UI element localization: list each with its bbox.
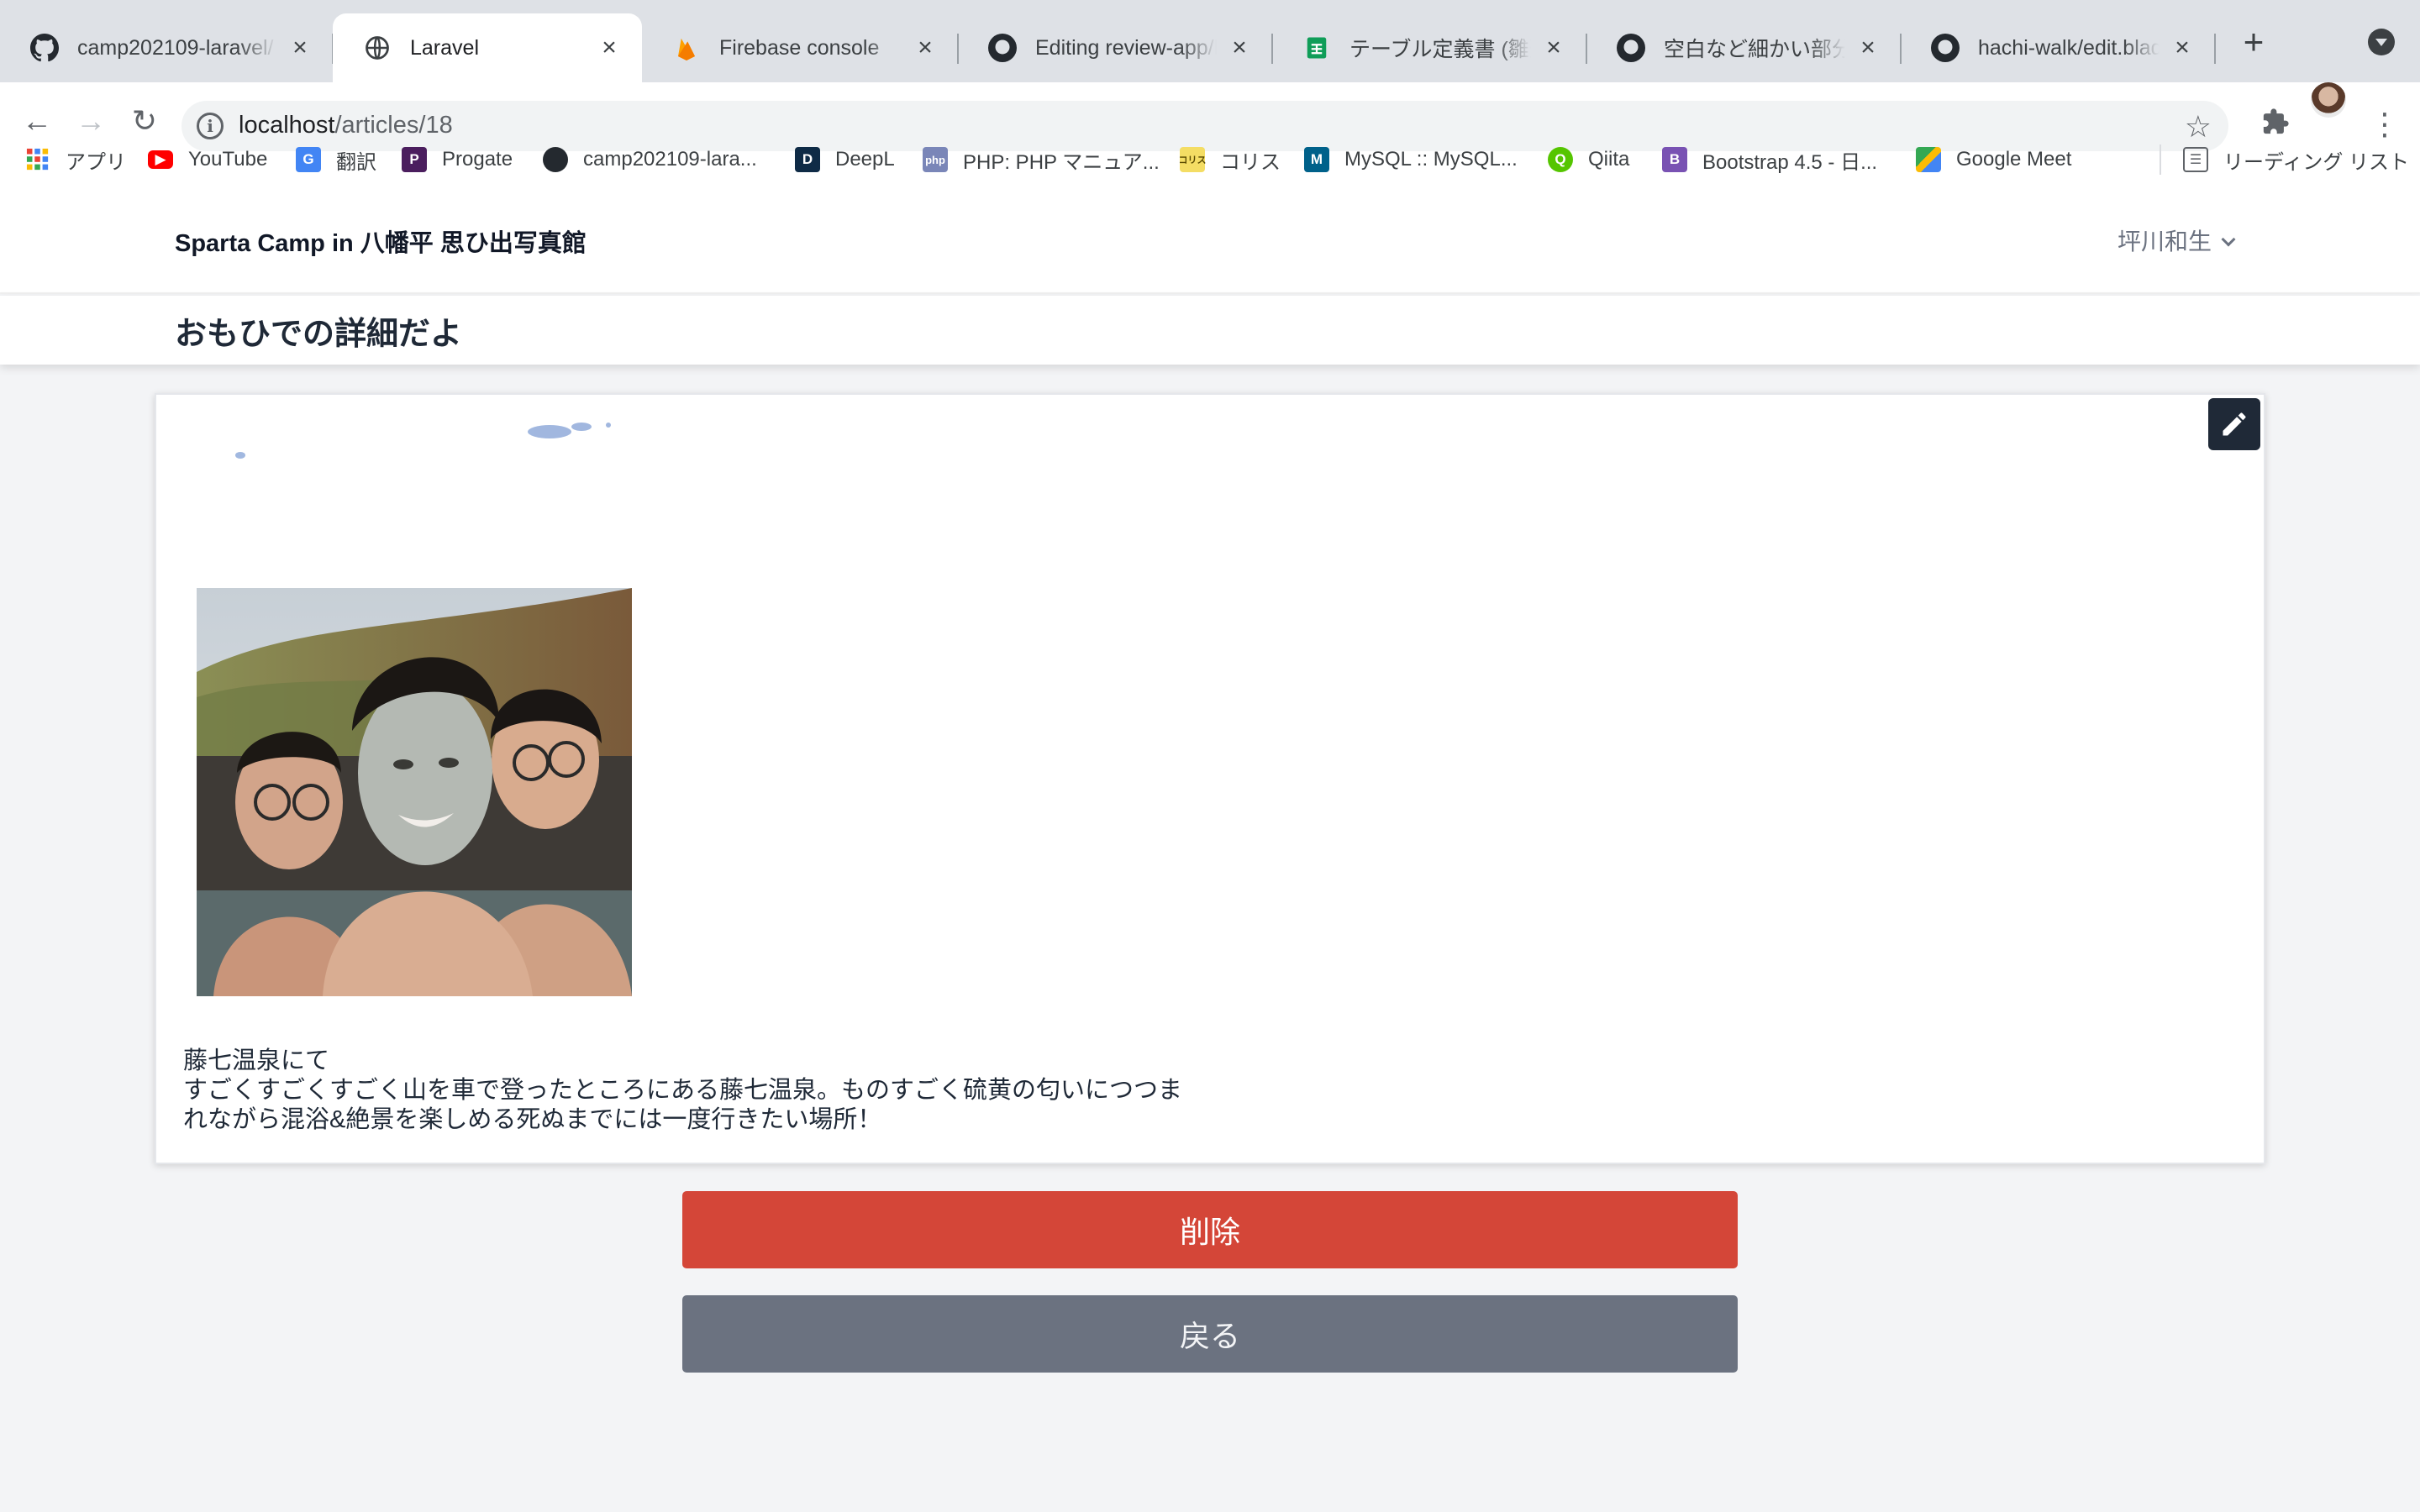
page-title: おもひでの詳細だよ	[175, 317, 463, 352]
github-icon	[1931, 34, 1960, 62]
qiita-icon: Q	[1548, 147, 1573, 172]
reading-list-label: リーディング リスト	[2223, 150, 2409, 174]
translate-icon: G	[296, 147, 321, 172]
youtube-icon: ▶	[148, 150, 173, 169]
bookmark-mysql[interactable]: M MySQL :: MySQL...	[1304, 138, 1518, 181]
github-icon	[1617, 34, 1645, 62]
bookmark-deepl[interactable]: D DeepL	[795, 138, 895, 181]
bookmark-php[interactable]: php PHP: PHP マニュア...	[923, 138, 1160, 181]
close-tab-icon[interactable]: ×	[1855, 35, 1881, 60]
bookmark-translate[interactable]: G 翻訳	[296, 138, 376, 181]
article-caption: 藤七温泉にて すごくすごくすごく山を車で登ったところにある藤七温泉。ものすごく硫…	[183, 1047, 1182, 1135]
tab-title: Editing review-app/RE	[1035, 35, 1217, 60]
bookmarks-bar: アプリ ▶ YouTube G 翻訳 P Progate camp202109-…	[0, 138, 2420, 181]
chevron-down-icon	[2221, 232, 2236, 247]
coliss-icon: コリス	[1179, 147, 1207, 172]
apps-grid-icon	[25, 147, 50, 172]
bookmark-label: コリス	[1220, 150, 1281, 174]
bookmark-google-meet[interactable]: Google Meet	[1916, 138, 2071, 181]
site-navbar: Sparta Camp in 八幡平 思ひ出写真館 坪川和生	[0, 186, 2420, 294]
bookmark-apps[interactable]: アプリ	[25, 138, 126, 181]
edit-button[interactable]	[2208, 398, 2260, 450]
article-photo	[197, 423, 632, 996]
tab-camp-laravel[interactable]: camp202109-laravel/ ×	[0, 13, 334, 82]
tab-whitespace-fix[interactable]: 空白など細かい部分修正 ×	[1586, 13, 1902, 82]
bookmark-qiita[interactable]: Q Qiita	[1548, 138, 1629, 181]
reading-list-icon: ☰	[2183, 147, 2208, 172]
github-icon	[988, 34, 1017, 62]
tab-hachi-walk[interactable]: hachi-walk/edit.blade ×	[1901, 13, 2216, 82]
article-card: 藤七温泉にて すごくすごくすごく山を車で登ったところにある藤七温泉。ものすごく硫…	[155, 393, 2265, 1164]
back-button[interactable]: 戻る	[682, 1295, 1738, 1373]
mysql-icon: M	[1304, 147, 1329, 172]
close-tab-icon[interactable]: ×	[1227, 35, 1252, 60]
bookmark-coliss[interactable]: コリス コリス	[1179, 138, 1281, 181]
pencil-icon	[2223, 412, 2246, 436]
site-brand[interactable]: Sparta Camp in 八幡平 思ひ出写真館	[175, 223, 587, 259]
user-menu[interactable]: 坪川和生	[2118, 223, 2236, 257]
browser-tab-strip: camp202109-laravel/ × Laravel × Firebase…	[0, 0, 2420, 82]
bookmark-label: Google Meet	[1956, 148, 2072, 171]
delete-button[interactable]: 削除	[682, 1191, 1738, 1268]
close-tab-icon[interactable]: ×	[1541, 35, 1566, 60]
tab-title: camp202109-laravel/	[77, 35, 274, 60]
browser-menu-icon[interactable]: ⋮	[2368, 108, 2402, 141]
reload-icon[interactable]: ↻	[124, 101, 165, 141]
github-icon	[30, 34, 59, 62]
page-header: おもひでの詳細だよ	[0, 296, 2420, 365]
bookmark-bootstrap[interactable]: B Bootstrap 4.5 - 日...	[1662, 138, 1877, 181]
tab-title: Laravel	[410, 35, 479, 60]
new-tab-button[interactable]: +	[2237, 20, 2270, 64]
bookmark-label: YouTube	[188, 148, 268, 171]
bookmark-label: 翻訳	[336, 150, 376, 174]
bookmark-label: PHP: PHP マニュア...	[963, 150, 1160, 174]
tab-search-icon[interactable]	[2368, 29, 2395, 55]
bookmark-label: DeepL	[835, 148, 895, 171]
close-tab-icon[interactable]: ×	[2170, 35, 2195, 60]
globe-icon	[363, 34, 392, 62]
bookmark-progate[interactable]: P Progate	[402, 138, 513, 181]
tab-editing-review-app[interactable]: Editing review-app/RE ×	[958, 13, 1273, 82]
tab-title: hachi-walk/edit.blade	[1978, 35, 2160, 60]
bootstrap-icon: B	[1662, 147, 1687, 172]
bookmark-camp-github[interactable]: camp202109-lara...	[543, 138, 757, 181]
tab-title: Firebase console	[719, 35, 880, 60]
bookmark-label: Progate	[442, 148, 513, 171]
caption-line: れながら混浴&絶景を楽しめる死ぬまでには一度行きたい場所！	[183, 1106, 882, 1133]
close-tab-icon[interactable]: ×	[913, 35, 938, 60]
github-icon	[543, 147, 568, 172]
caption-line: すごくすごくすごく山を車で登ったところにある藤七温泉。ものすごく硫黄の匂いにつつ…	[183, 1077, 1183, 1104]
forward-arrow-icon[interactable]: →	[71, 101, 111, 141]
tab-laravel[interactable]: Laravel ×	[333, 13, 642, 82]
reading-list[interactable]: ☰ リーディング リスト	[2160, 144, 2409, 175]
tab-title: テーブル定義書 (雛形) d	[1349, 38, 1531, 61]
progate-icon: P	[402, 147, 427, 172]
close-tab-icon[interactable]: ×	[287, 35, 313, 60]
firebase-icon	[672, 34, 701, 62]
profile-avatar[interactable]	[2311, 82, 2346, 118]
caption-line: 藤七温泉にて	[183, 1047, 330, 1074]
bookmark-label: アプリ	[66, 150, 126, 174]
tab-table-definition[interactable]: テーブル定義書 (雛形) d ×	[1272, 13, 1587, 82]
back-arrow-icon[interactable]: ←	[17, 101, 57, 141]
deepl-icon: D	[795, 147, 820, 172]
php-icon: php	[923, 147, 948, 172]
bookmark-label: camp202109-lara...	[583, 148, 757, 171]
close-tab-icon[interactable]: ×	[597, 35, 622, 60]
bookmark-label: Qiita	[1588, 148, 1630, 171]
address-url[interactable]: localhost/articles/18	[239, 112, 453, 139]
bookmark-label: Bootstrap 4.5 - 日...	[1702, 150, 1878, 174]
bookmark-youtube[interactable]: ▶ YouTube	[148, 138, 267, 181]
tab-title: 空白など細かい部分修正	[1664, 38, 1845, 61]
user-name: 坪川和生	[2118, 228, 2212, 255]
bookmark-label: MySQL :: MySQL...	[1344, 148, 1518, 171]
tab-firebase[interactable]: Firebase console ×	[642, 13, 959, 82]
sheets-icon	[1302, 34, 1331, 62]
site-info-icon[interactable]: i	[197, 113, 224, 139]
meet-icon	[1916, 147, 1941, 172]
extensions-puzzle-icon[interactable]	[2259, 108, 2292, 141]
page-viewport: Sparta Camp in 八幡平 思ひ出写真館 坪川和生 おもひでの詳細だよ	[0, 186, 2420, 1512]
